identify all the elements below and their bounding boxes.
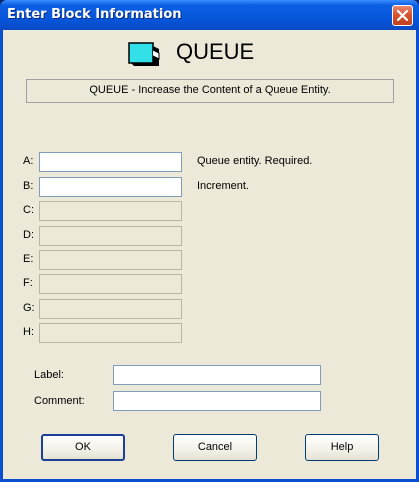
block-description-box: QUEUE - Increase the Content of a Queue …	[26, 79, 394, 103]
comment-field[interactable]	[113, 391, 321, 411]
queue-block-icon	[128, 42, 160, 66]
operand-c-label: C:	[23, 204, 34, 216]
help-button[interactable]: Help	[305, 434, 379, 461]
operand-b-hint: Increment.	[197, 180, 249, 192]
operand-b-label: B:	[23, 180, 34, 192]
close-icon	[397, 10, 408, 21]
operand-a-hint: Queue entity. Required.	[197, 155, 313, 167]
operand-f-field	[39, 274, 182, 294]
operand-h-field	[39, 323, 182, 343]
operand-h-label: H:	[23, 326, 34, 338]
comment-caption: Comment:	[34, 395, 85, 407]
title-bar[interactable]: Enter Block Information	[0, 0, 419, 30]
ok-button[interactable]: OK	[41, 434, 125, 461]
block-description: QUEUE - Increase the Content of a Queue …	[89, 84, 331, 96]
close-button[interactable]	[392, 5, 413, 26]
operand-g-field	[39, 299, 182, 319]
operand-c-field	[39, 201, 182, 221]
block-name: QUEUE	[176, 39, 255, 64]
operand-e-field	[39, 250, 182, 270]
window-title: Enter Block Information	[7, 7, 182, 22]
operand-g-label: G:	[23, 302, 35, 314]
operand-b-field[interactable]	[39, 177, 182, 197]
operand-a-label: A:	[23, 155, 34, 167]
operand-e-label: E:	[23, 253, 34, 265]
operand-d-field	[39, 226, 182, 246]
label-caption: Label:	[34, 369, 64, 381]
operand-f-label: F:	[23, 277, 33, 289]
dialog-window: Enter Block Information QUEUE QUEUE - In…	[0, 0, 419, 482]
operand-d-label: D:	[23, 229, 34, 241]
dialog-body: QUEUE QUEUE - Increase the Content of a …	[3, 30, 416, 479]
cancel-button[interactable]: Cancel	[173, 434, 257, 461]
operand-a-field[interactable]	[39, 152, 182, 172]
label-field[interactable]	[113, 365, 321, 385]
